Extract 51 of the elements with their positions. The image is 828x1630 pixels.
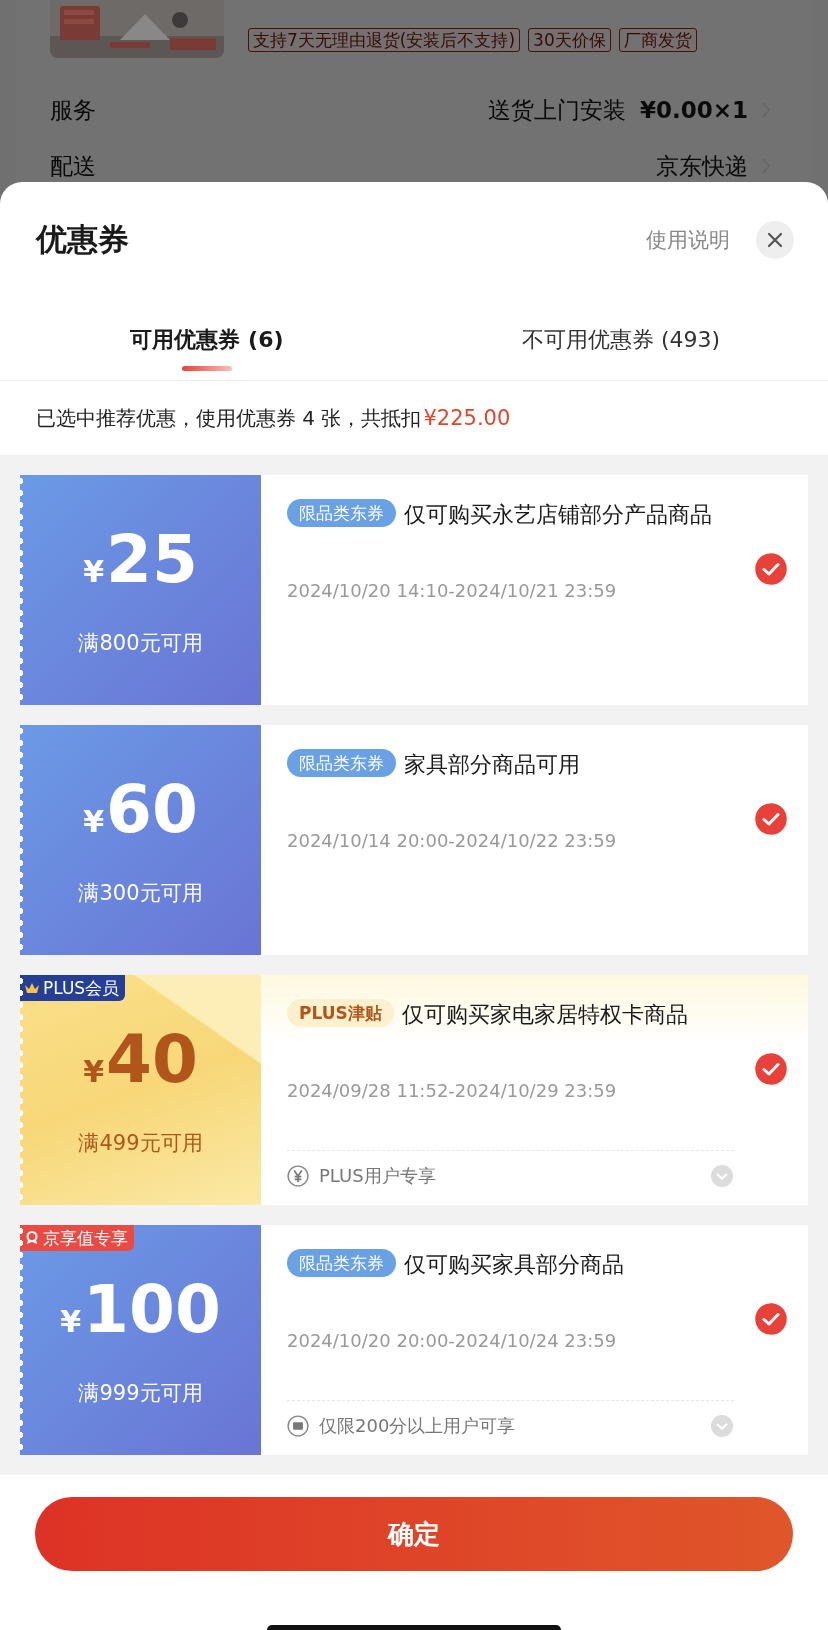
coupon-restriction: 仅限200分以上用户可享 [319,1414,517,1438]
coupon-description: 仅可购买家电家居特权卡商品 [401,1002,688,1027]
coupon-period: 2024/10/20 20:00-2024/10/24 23:59 [287,1329,618,1353]
sheet-title: 优惠券 [36,220,130,259]
checkbox[interactable] [755,1053,787,1085]
coupon-description: 仅可购买家具部分商品 [404,1252,624,1277]
coupon-period: 2024/10/14 20:00-2024/10/22 23:59 [287,829,618,853]
coupon-condition: 满999元可用 [78,1380,203,1407]
coupon-period: 2024/09/28 11:52-2024/10/29 23:59 [287,1079,618,1103]
coupon-tab[interactable]: 不可用优惠券 (493) [414,322,828,380]
yen-icon [287,1165,309,1187]
coupon-tag: 限品类东券 [287,1249,396,1277]
confirm-button[interactable]: 确定 [35,1497,793,1571]
coupon-amount: ¥100 [60,1273,221,1350]
close-button[interactable] [756,221,794,259]
member-badge: 京享值专享 [20,1225,134,1251]
coupon-amount: ¥25 [83,523,198,600]
coupon-card[interactable]: PLUS会员 ¥40 满499元可用 PLUS津贴 仅可购买家电家居特权卡商品 2024/09/28 11:52-2024/10/29 23:59 PLUS用户专享 [20,975,808,1205]
coupon-tab[interactable]: 可用优惠券 (6) [0,322,414,380]
coupon-card[interactable]: ¥25 满800元可用 限品类东券 仅可购买永艺店铺部分产品商品 2024/10/20 14:10-2024/10/21 23:59 [20,475,808,705]
row-price: ¥0.00×1 [639,97,748,123]
row-label: 配送 [50,151,96,181]
row-label: 服务 [50,95,96,125]
coupon-tag: 限品类东券 [287,749,396,777]
coupon-period: 2024/10/20 14:10-2024/10/21 23:59 [287,579,618,603]
coupon-condition: 满800元可用 [78,630,203,657]
coupon-card[interactable]: 京享值专享 ¥100 满999元可用 限品类东券 仅可购买家具部分商品 2024/10/20 20:00-2024/10/24 23:59 仅限200分以上用户可享 [20,1225,808,1455]
row-value: 京东快递 [656,151,748,181]
coupon-description: 家具部分商品可用 [404,752,580,777]
card-icon [287,1415,309,1437]
coupon-condition: 满300元可用 [78,880,203,907]
close-icon [767,232,783,248]
coupon-restriction: PLUS用户专享 [319,1164,437,1188]
summary-amount: ¥225.00 [423,406,511,430]
row-value: 送货上门安装 [487,95,626,125]
service-tag: 厂商发货 [618,28,697,52]
coupon-amount: ¥60 [83,773,198,850]
coupon-tag: 限品类东券 [287,499,396,527]
coupon-amount: ¥40 [83,1023,198,1100]
service-tag: 支持7天无理由退货(安装后不支持) [248,28,521,52]
coupon-card[interactable]: ¥60 满300元可用 限品类东券 家具部分商品可用 2024/10/14 20:00-2024/10/22 23:59 [20,725,808,955]
summary-text: 已选中推荐优惠，使用优惠券 4 张，共抵扣 [36,404,422,432]
checkbox[interactable] [755,553,787,585]
coupon-description: 仅可购买永艺店铺部分产品商品 [404,502,712,527]
service-tag: 30天价保 [528,28,611,52]
coupon-tag: PLUS津贴 [287,999,394,1027]
member-badge: PLUS会员 [20,975,126,1001]
checkbox[interactable] [755,803,787,835]
coupon-condition: 满499元可用 [78,1130,203,1157]
checkbox[interactable] [755,1303,787,1335]
help-link[interactable]: 使用说明 [646,226,730,254]
